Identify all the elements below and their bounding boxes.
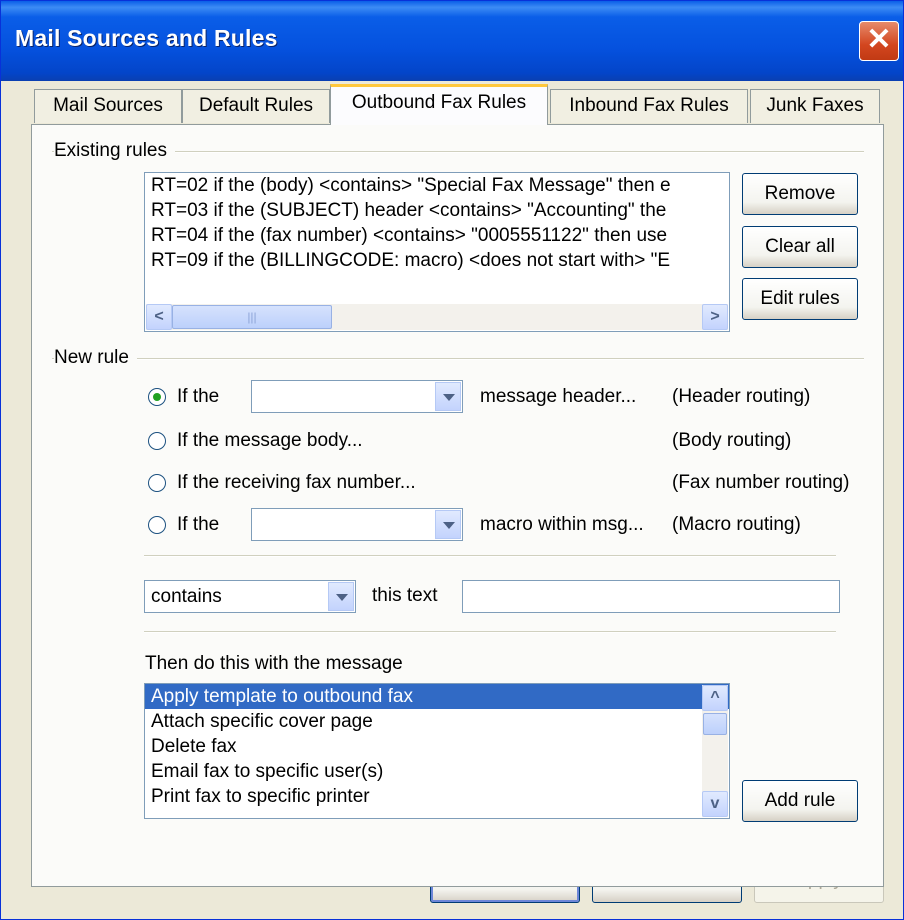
this-text-input[interactable]	[462, 580, 840, 613]
dropdown-button[interactable]	[435, 382, 461, 411]
divider	[144, 631, 836, 633]
chevron-down-icon	[443, 522, 455, 529]
tab-label: Default Rules	[198, 95, 314, 116]
horizontal-scrollbar[interactable]: < ||| >	[146, 304, 728, 330]
dropdown-button[interactable]	[435, 510, 461, 539]
fax-number-routing-label: If the receiving fax number...	[177, 472, 416, 493]
divider	[144, 555, 836, 557]
list-item[interactable]: RT=02 if the (body) <contains> "Special …	[145, 173, 729, 198]
macro-routing-prefix: If the	[177, 514, 220, 535]
list-item[interactable]: Attach specific cover page	[145, 709, 729, 734]
scroll-up-button[interactable]: ^	[702, 685, 728, 711]
tab-label: Junk Faxes	[766, 95, 864, 116]
list-item[interactable]: RT=03 if the (SUBJECT) header <contains>…	[145, 198, 729, 223]
macro-routing-radio[interactable]	[148, 516, 166, 534]
edit-rules-button[interactable]: Edit rules	[742, 278, 858, 320]
radio-dot	[153, 393, 161, 401]
scroll-thumb[interactable]	[703, 713, 727, 735]
tab-label: Outbound Fax Rules	[351, 92, 527, 113]
tab-default-rules[interactable]: Default Rules	[182, 89, 330, 123]
list-item[interactable]: Apply template to outbound fax	[145, 684, 729, 709]
chevron-down-icon	[336, 594, 348, 601]
tab-label: Inbound Fax Rules	[569, 95, 729, 116]
remove-button[interactable]: Remove	[742, 173, 858, 215]
condition-combo[interactable]: contains	[144, 580, 356, 613]
fax-number-routing-hint: (Fax number routing)	[672, 472, 850, 493]
scroll-left-button[interactable]: <	[146, 304, 172, 330]
close-icon: ✕	[866, 23, 892, 56]
existing-rules-label: Existing rules	[54, 140, 175, 162]
chevron-right-icon: >	[710, 308, 720, 325]
grip-icon: |||	[247, 310, 257, 324]
macro-routing-suffix: macro within msg...	[480, 514, 644, 535]
body-routing-radio[interactable]	[148, 432, 166, 450]
list-item[interactable]: Print fax to specific printer	[145, 784, 729, 809]
tab-outbound-fax-rules[interactable]: Outbound Fax Rules	[330, 84, 548, 125]
fax-number-routing-radio[interactable]	[148, 474, 166, 492]
header-combo[interactable]	[251, 380, 463, 413]
list-item[interactable]: RT=04 if the (fax number) <contains> "00…	[145, 223, 729, 248]
condition-combo-value: contains	[151, 586, 222, 607]
chevron-down-icon: v	[710, 795, 720, 812]
body-routing-label: If the message body...	[177, 430, 363, 451]
title-bar[interactable]: Mail Sources and Rules ✕	[1, 1, 903, 81]
tab-junk-faxes[interactable]: Junk Faxes	[750, 89, 880, 123]
list-item[interactable]: RT=09 if the (BILLINGCODE: macro) <does …	[145, 248, 729, 273]
dropdown-button[interactable]	[328, 582, 354, 611]
mail-sources-and-rules-dialog: Mail Sources and Rules ✕ Mail Sources De…	[0, 0, 904, 920]
macro-combo[interactable]	[251, 508, 463, 541]
tab-mail-sources[interactable]: Mail Sources	[34, 89, 182, 123]
tab-label: Mail Sources	[53, 95, 163, 116]
list-item[interactable]: Delete fax	[145, 734, 729, 759]
macro-routing-hint: (Macro routing)	[672, 514, 801, 535]
close-button[interactable]: ✕	[859, 21, 899, 61]
this-text-label: this text	[372, 585, 438, 606]
scroll-thumb[interactable]: |||	[172, 305, 332, 329]
chevron-left-icon: <	[154, 308, 164, 325]
chevron-up-icon: ^	[710, 689, 720, 706]
scroll-down-button[interactable]: v	[702, 791, 728, 817]
tab-inbound-fax-rules[interactable]: Inbound Fax Rules	[550, 89, 748, 123]
action-label: Then do this with the message	[145, 653, 403, 674]
window-title: Mail Sources and Rules	[15, 25, 278, 51]
header-routing-radio[interactable]	[148, 388, 166, 406]
header-routing-suffix: message header...	[480, 386, 637, 407]
header-routing-prefix: If the	[177, 386, 220, 407]
outbound-fax-rules-panel: Existing rules RT=02 if the (body) <cont…	[31, 124, 884, 887]
existing-rules-list[interactable]: RT=02 if the (body) <contains> "Special …	[144, 172, 730, 332]
body-routing-hint: (Body routing)	[672, 430, 792, 451]
action-list[interactable]: Apply template to outbound fax Attach sp…	[144, 683, 730, 819]
chevron-down-icon	[443, 394, 455, 401]
header-routing-hint: (Header routing)	[672, 386, 811, 407]
dialog-content: Mail Sources Default Rules Outbound Fax …	[4, 81, 901, 917]
clear-all-button[interactable]: Clear all	[742, 226, 858, 268]
list-item[interactable]: Email fax to specific user(s)	[145, 759, 729, 784]
add-rule-button[interactable]: Add rule	[742, 780, 858, 822]
scroll-right-button[interactable]: >	[702, 304, 728, 330]
new-rule-label: New rule	[54, 347, 137, 369]
vertical-scrollbar[interactable]: ^ v	[702, 685, 728, 817]
divider	[52, 358, 864, 360]
